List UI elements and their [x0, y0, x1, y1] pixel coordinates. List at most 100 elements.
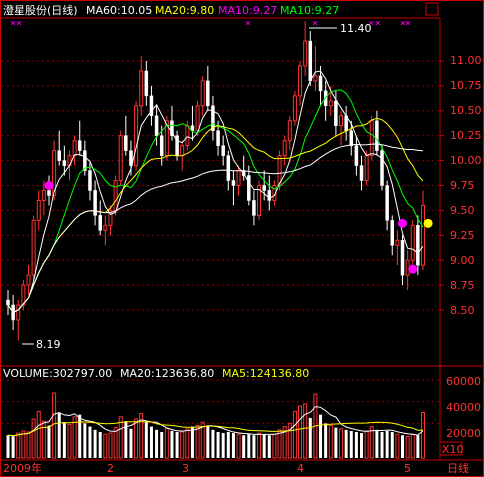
- candle-body-down: [226, 155, 231, 181]
- volume-bar-down: [6, 435, 10, 458]
- volume-bar-down: [308, 417, 312, 458]
- volume-bar-down: [129, 428, 133, 458]
- volume-bar-up: [339, 428, 344, 459]
- candle-body-down: [231, 180, 236, 186]
- candle-body-up: [328, 100, 333, 107]
- volume-bar-up: [36, 410, 41, 459]
- candle-body-down: [247, 175, 251, 201]
- volume-ma5-line: [7, 406, 424, 437]
- kline-chart[interactable]: × × × × × × ×× 澄星股份(日线) MA60:10.05 MA20:9.80 M…: [0, 0, 484, 477]
- candle-body-up: [364, 155, 369, 182]
- candle-body-down: [221, 145, 225, 156]
- volume-bar-up: [257, 432, 262, 459]
- candle-body-down: [354, 145, 359, 166]
- price-tick-label: 9.75: [450, 179, 475, 192]
- ma10-line: [7, 89, 424, 314]
- volume-bar-down: [390, 432, 394, 458]
- volume-bar-up: [134, 418, 139, 459]
- candle-body-down: [47, 190, 51, 196]
- price-tick-label: 9.00: [450, 254, 475, 267]
- volume-tick-label: 20000: [446, 427, 481, 440]
- price-tick-label: 10.75: [450, 79, 482, 92]
- candle-body-up: [134, 105, 139, 167]
- date-label-mar: 3: [182, 462, 189, 475]
- high-annotation: 11.40: [340, 22, 372, 35]
- candle-body-down: [6, 299, 10, 306]
- ma60-label: MA60:10.05: [86, 4, 152, 17]
- price-tick-label: 10.00: [450, 154, 482, 167]
- volume-bar-up: [21, 430, 26, 459]
- volume-bar-down: [155, 429, 159, 458]
- candle-body-down: [416, 225, 420, 266]
- x-marker: ×: [16, 18, 22, 29]
- volume-bar-up: [303, 403, 308, 459]
- candle-body-up: [298, 65, 303, 97]
- x-marker: ×: [405, 18, 411, 29]
- period-button-daily[interactable]: 日线: [447, 461, 469, 475]
- volume-bar-down: [319, 414, 323, 458]
- price-tick-label: 8.50: [450, 304, 475, 317]
- price-tick-label: 9.25: [450, 229, 475, 242]
- volume-bar-down: [170, 430, 174, 458]
- candle-body-down: [124, 135, 128, 151]
- volume-ma-lines: [7, 406, 424, 437]
- volume-bar-up: [277, 429, 282, 459]
- candle-body-up: [36, 199, 41, 221]
- candle-body-up: [195, 105, 200, 132]
- candle-body-up: [395, 239, 400, 246]
- volume-bar-down: [88, 426, 92, 458]
- volume-bar-down: [334, 427, 338, 458]
- volume-tick-label: 40000: [446, 401, 481, 414]
- volume-unit-label: X10: [442, 443, 464, 456]
- volume-bar-up: [31, 418, 36, 459]
- volume-bar-down: [344, 429, 348, 458]
- volume-bar-down: [221, 433, 225, 458]
- volume-bar-down: [401, 435, 405, 458]
- price-tick-label: 10.50: [450, 104, 482, 117]
- price-tick-label: 10.25: [450, 129, 482, 142]
- volume-bar-down: [206, 425, 210, 458]
- collapse-button[interactable]: [425, 2, 439, 16]
- volume-bar-down: [57, 412, 61, 458]
- buy-signal-marker: [408, 264, 418, 274]
- candle-body-down: [375, 120, 379, 151]
- volume-bar-down: [360, 433, 364, 458]
- x-marker: ×: [245, 18, 251, 29]
- volume-bar-up: [41, 420, 46, 459]
- volume-bar-down: [144, 422, 148, 458]
- candle-body-up: [369, 120, 374, 157]
- volume-ma5-label: MA5:124136.80: [222, 367, 309, 380]
- volume-bar-up: [67, 423, 72, 459]
- volume-bar-down: [190, 426, 194, 458]
- candle-body-up: [313, 75, 318, 82]
- candle-body-up: [16, 304, 21, 321]
- candle-body-up: [180, 145, 185, 157]
- volume-bar-down: [211, 429, 215, 458]
- volume-bar-down: [354, 432, 358, 458]
- volume-bar-up: [395, 433, 400, 459]
- buy-signal-marker: [44, 181, 54, 190]
- candle-body-down: [385, 185, 389, 221]
- volume-bar-up: [298, 405, 303, 459]
- candle-body-down: [154, 115, 159, 136]
- candle-body-up: [282, 140, 287, 157]
- candle-body-down: [380, 150, 384, 186]
- low-annotation: 8.19: [36, 338, 61, 351]
- volume-bar-down: [385, 430, 389, 458]
- candle-body-up: [139, 70, 144, 107]
- ma10-label-magenta: MA10:9.27: [218, 4, 277, 17]
- volume-bar-down: [160, 432, 164, 458]
- ma10-label-green: MA10:9.27: [280, 4, 339, 17]
- date-label-may: 5: [404, 462, 411, 475]
- candle-body-down: [308, 40, 313, 82]
- volume-tick-label: 60000: [446, 375, 481, 388]
- volume-bar-up: [236, 433, 241, 459]
- volume-bar-down: [149, 426, 153, 458]
- volume-bar-up: [108, 432, 113, 459]
- volume-grid: [2, 379, 440, 424]
- volume-bar-up: [103, 433, 108, 459]
- price-tick-label: 11.00: [450, 54, 482, 67]
- candle-body-up: [339, 115, 344, 127]
- candle-body-down: [144, 70, 149, 97]
- ma5-line: [7, 70, 424, 314]
